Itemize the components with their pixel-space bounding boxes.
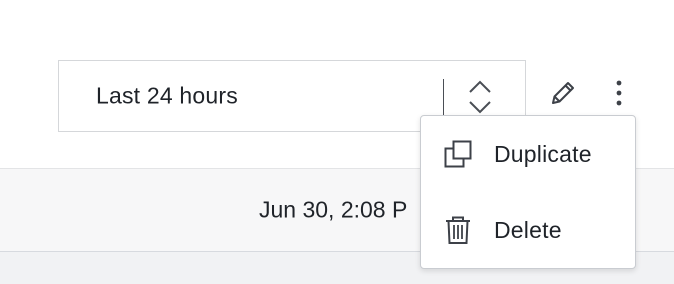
menu-item-delete[interactable]: Delete [421, 194, 635, 266]
menu-item-duplicate[interactable]: Duplicate [421, 118, 635, 190]
page: Last 24 hours Jun 30, 2:08 P Duplicate D… [0, 0, 674, 284]
pencil-icon [548, 78, 578, 113]
chevron-up-down-icon[interactable] [467, 77, 493, 117]
select-divider [443, 79, 444, 115]
row-date: Jun 30, 2:08 P [259, 196, 408, 223]
menu-item-label: Delete [494, 216, 562, 243]
trash-icon [443, 215, 473, 245]
edit-button[interactable] [544, 76, 582, 114]
context-menu: Duplicate Delete [420, 115, 636, 269]
more-options-button[interactable] [604, 76, 634, 114]
time-range-value: Last 24 hours [96, 82, 238, 109]
duplicate-icon [443, 139, 473, 169]
menu-item-label: Duplicate [494, 140, 592, 167]
vertical-ellipsis-icon [615, 79, 623, 112]
